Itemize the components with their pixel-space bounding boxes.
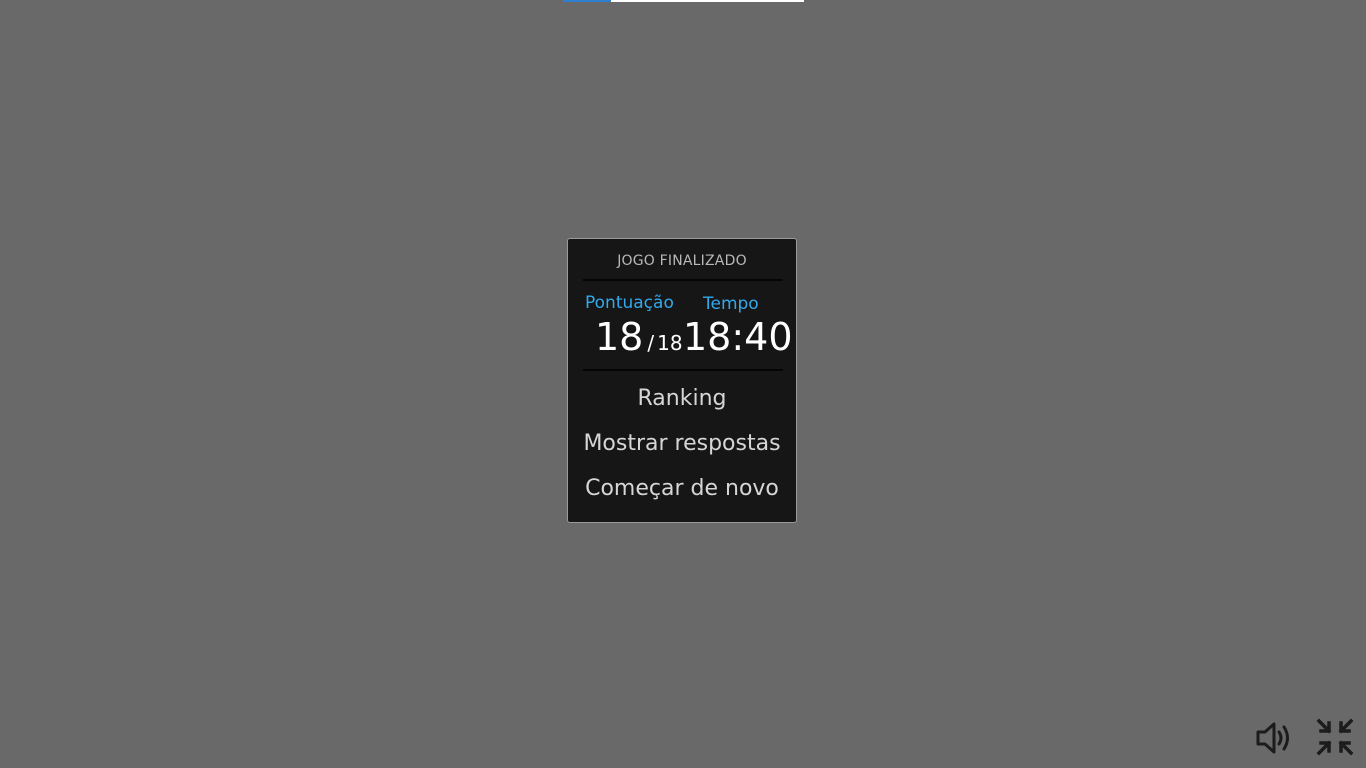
score-label: Pontuação bbox=[585, 293, 674, 313]
top-divider bbox=[583, 279, 783, 281]
score-total: 18 bbox=[657, 331, 683, 355]
score-number: 18 bbox=[595, 315, 644, 359]
time-value: 18:40 bbox=[683, 315, 793, 359]
progress-bar bbox=[563, 0, 804, 2]
speaker-icon bbox=[1256, 722, 1289, 754]
time-label: Tempo bbox=[703, 294, 759, 314]
score-separator: / bbox=[647, 331, 655, 355]
progress-fill bbox=[563, 0, 611, 2]
dialog-title: JOGO FINALIZADO bbox=[617, 253, 747, 269]
show-answers-button[interactable]: Mostrar respostas bbox=[568, 431, 796, 456]
ranking-button[interactable]: Ranking bbox=[568, 386, 796, 411]
restart-button[interactable]: Começar de novo bbox=[568, 476, 796, 501]
bottom-divider bbox=[583, 369, 783, 371]
fullscreen-button[interactable] bbox=[1316, 718, 1356, 758]
sound-button[interactable] bbox=[1254, 718, 1294, 758]
game-finished-dialog: JOGO FINALIZADO Pontuação Tempo 18/18 18… bbox=[567, 238, 797, 523]
exit-fullscreen-icon bbox=[1316, 718, 1354, 756]
score-value: 18/18 bbox=[595, 315, 683, 359]
